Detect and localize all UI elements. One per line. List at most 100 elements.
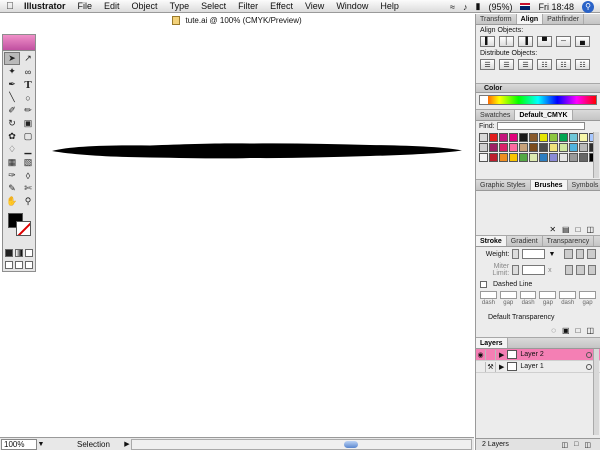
expand-triangle-icon[interactable]: ▶ [499,363,504,371]
swatch[interactable] [539,143,548,152]
brush-options-icon[interactable]: ▤ [562,225,570,234]
stroke-swatch[interactable] [16,221,31,236]
full-screen-menu-mode-icon[interactable] [15,261,23,269]
zoom-field[interactable]: 100% [1,438,37,450]
layer-row-layer-2[interactable]: ◉ ▶ Layer 2 [476,349,600,361]
swatch[interactable] [559,143,568,152]
menu-type[interactable]: Type [164,0,196,13]
tab-transparency[interactable]: Transparency [543,236,595,246]
graph-tool-icon[interactable]: ▁ [20,143,36,156]
menu-filter[interactable]: Filter [232,0,264,13]
warp-tool-icon[interactable]: ✿ [4,130,20,143]
layer-name[interactable]: Layer 1 [520,363,586,370]
distribute-bottom-icon[interactable]: ☰ [518,59,533,70]
target-circle-icon[interactable] [586,363,592,370]
swatch[interactable] [499,143,508,152]
tab-layers[interactable]: Layers [476,338,508,348]
lasso-tool-icon[interactable]: ∞ [20,65,36,78]
direct-selection-tool-icon[interactable]: ↗ [20,52,36,65]
swatch[interactable] [579,153,588,162]
distribute-horizontal-center-icon[interactable]: ☷ [556,59,571,70]
swatch[interactable] [479,153,488,162]
tab-transform[interactable]: Transform [476,14,517,24]
wifi-icon[interactable]: ≈ [450,2,455,12]
swatch[interactable] [549,153,558,162]
swatches-scrollbar[interactable] [593,132,599,178]
weight-dropdown-icon[interactable]: ▼ [548,251,555,258]
swatch[interactable] [519,133,528,142]
rotate-tool-icon[interactable]: ↻ [4,117,20,130]
align-left-icon[interactable]: ▌ [480,36,495,47]
distribute-right-icon[interactable]: ☷ [575,59,590,70]
visibility-eye-icon[interactable] [476,361,486,372]
new-layer-icon[interactable]: □ [574,441,578,448]
make-clipping-mask-icon[interactable]: ◫ [562,441,569,449]
selection-tool-icon[interactable]: ➤ [4,52,20,65]
none-mode-icon[interactable] [25,249,33,257]
target-circle-icon[interactable] [586,351,592,358]
zoom-tool-icon[interactable]: ⚲ [20,195,36,208]
weight-input[interactable] [522,249,546,259]
clip-icon[interactable]: ▣ [562,326,570,335]
scale-tool-icon[interactable]: ▣ [20,117,36,130]
expand-triangle-icon[interactable]: ▶ [499,351,504,359]
menu-help[interactable]: Help [374,0,405,13]
swatch[interactable] [539,133,548,142]
delete-layer-icon[interactable]: ◫ [584,441,591,449]
swatch[interactable] [569,153,578,162]
remove-brush-stroke-icon[interactable]: ✕ [549,225,556,234]
opacity-mask-icon[interactable]: ◌ [551,326,556,335]
type-tool-icon[interactable]: T [20,78,36,91]
tab-pathfinder[interactable]: Pathfinder [543,14,585,24]
apple-icon[interactable]:  [0,1,20,12]
miter-join-icon[interactable] [564,265,574,275]
spotlight-icon[interactable]: ⚲ [582,0,594,13]
dashed-line-checkbox[interactable] [480,281,487,288]
brush-stroke[interactable] [50,139,464,163]
menu-view[interactable]: View [299,0,330,13]
free-transform-tool-icon[interactable]: ▢ [20,130,36,143]
align-bottom-icon[interactable]: ▄ [575,36,590,47]
standard-screen-mode-icon[interactable] [5,261,13,269]
mesh-tool-icon[interactable]: ▦ [4,156,20,169]
gap-field-3[interactable] [579,291,596,299]
distribute-left-icon[interactable]: ☷ [537,59,552,70]
swatch[interactable] [569,133,578,142]
menu-file[interactable]: File [72,0,99,13]
swatch[interactable] [549,143,558,152]
swatch[interactable] [569,143,578,152]
gradient-mode-icon[interactable] [15,249,23,257]
blend-tool-icon[interactable]: ◊ [20,169,36,182]
swatch[interactable] [519,143,528,152]
swatch[interactable] [489,153,498,162]
tab-stroke[interactable]: Stroke [476,236,507,246]
gap-field-1[interactable] [499,291,517,299]
pen-tool-icon[interactable]: ✒ [4,78,20,91]
round-cap-icon[interactable] [575,249,585,259]
align-horizontal-center-icon[interactable]: │ [499,36,514,47]
tab-gradient[interactable]: Gradient [507,236,543,246]
swatch[interactable] [579,143,588,152]
dash-field-2[interactable] [519,291,537,299]
symbol-sprayer-tool-icon[interactable]: ♢ [4,143,20,156]
horizontal-scroll-thumb[interactable] [344,440,358,448]
flag-icon[interactable] [520,3,531,10]
butt-cap-icon[interactable] [564,249,573,259]
gap-field-2[interactable] [539,291,557,299]
trash-icon[interactable]: ◫ [586,326,594,335]
swatch[interactable] [489,143,498,152]
menu-edit[interactable]: Edit [98,0,126,13]
swatch[interactable] [509,143,518,152]
dash-field-3[interactable] [559,291,577,299]
align-top-icon[interactable]: ▀ [537,36,552,47]
tab-brushes[interactable]: Brushes [530,180,568,190]
paintbrush-tool-icon[interactable]: ✐ [4,104,20,117]
zoom-dropdown-icon[interactable]: ▼ [37,441,45,448]
swatch[interactable] [559,153,568,162]
color-spectrum[interactable] [479,95,597,105]
color-mode-icon[interactable] [5,249,13,257]
status-tool-label[interactable]: Selection [45,440,123,449]
dash-field-1[interactable] [480,291,497,299]
swatch[interactable] [529,143,538,152]
miter-stepper[interactable] [512,265,520,275]
